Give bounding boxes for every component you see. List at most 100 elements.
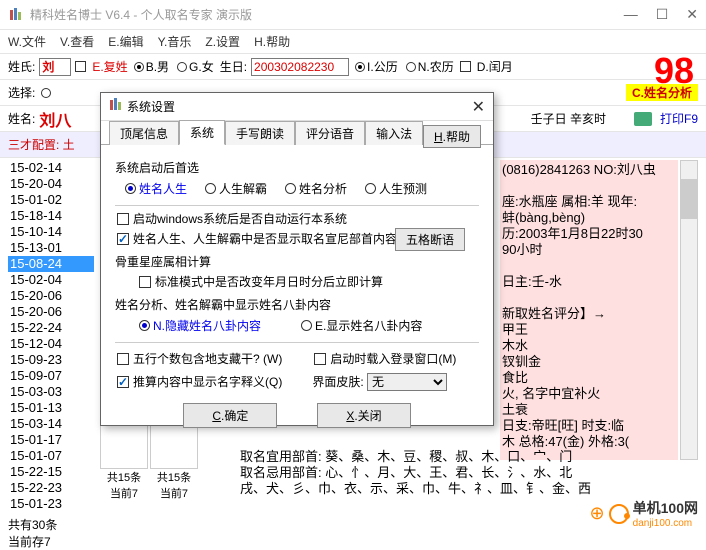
sancai-label: 三才配置: 土 <box>8 136 75 153</box>
col1-current: 当前7 <box>100 485 148 501</box>
startup-radio-3[interactable]: 人生预测 <box>365 180 427 197</box>
close-button[interactable]: ✕ <box>686 6 698 23</box>
date-list: 15-02-1415-20-0415-01-0215-18-1415-10-14… <box>8 160 94 501</box>
meaning-label: 推算内容中显示名字释义(Q) <box>133 373 282 390</box>
meaning-checkbox[interactable] <box>117 376 129 388</box>
dialog-help-button[interactable]: HH.帮助.帮助 <box>423 125 481 148</box>
date-list-item[interactable]: 15-12-04 <box>8 336 94 352</box>
date-list-item[interactable]: 15-02-14 <box>8 160 94 176</box>
showdept-label: 姓名人生、人生解霸中是否显示取名宣尼部首内容? <box>133 230 404 247</box>
date-list-item[interactable]: 15-09-07 <box>8 368 94 384</box>
list-total: 共有30条 <box>8 516 94 533</box>
compound-label: E.复姓 <box>92 58 127 75</box>
dialog-close-button[interactable]: ✕ <box>472 97 485 117</box>
date-list-item[interactable]: 15-01-17 <box>8 432 94 448</box>
menu-music[interactable]: Y.音乐 <box>158 33 192 50</box>
leap-label: D.闰月 <box>477 58 513 75</box>
bottom-text: 取名宜用部首: 葵、桑、木、豆、稷、叔、木、口、宀、门 取名忌用部首: 心、忄、… <box>240 449 676 497</box>
date-list-item[interactable]: 15-10-14 <box>8 224 94 240</box>
leap-checkbox[interactable] <box>460 61 471 72</box>
compound-checkbox[interactable] <box>75 61 86 72</box>
maximize-button[interactable]: ☐ <box>656 6 669 23</box>
date-list-item[interactable]: 15-03-03 <box>8 384 94 400</box>
list-current: 当前存7 <box>8 533 94 550</box>
menu-file[interactable]: W.文件 <box>8 33 46 50</box>
menu-settings[interactable]: Z.设置 <box>205 33 240 50</box>
extra-info: 壬子日 辛亥时 <box>531 110 606 127</box>
tab-header-footer[interactable]: 顶尾信息 <box>109 121 179 145</box>
titlebar: 精科姓名博士 V6.4 - 个人取名专家 演示版 — ☐ ✕ <box>0 0 706 30</box>
score-display: 98 <box>654 50 694 92</box>
solar-radio[interactable]: I.公历 <box>355 58 398 75</box>
std-checkbox[interactable] <box>139 276 151 288</box>
wuge-button[interactable]: 五格断语 <box>395 228 465 251</box>
login-checkbox[interactable] <box>314 353 326 365</box>
autostart-label: 启动windows系统后是否自动运行本系统 <box>133 210 347 227</box>
bagua-group-label: 姓名分析、姓名解霸中显示姓名八卦内容 <box>115 296 479 313</box>
panel-scrollbar[interactable] <box>680 160 698 460</box>
gender-male-radio[interactable]: B.男 <box>134 58 169 75</box>
date-list-item[interactable]: 15-01-13 <box>8 400 94 416</box>
col2-current: 当前7 <box>150 485 198 501</box>
menubar: W.文件 V.查看 E.编辑 Y.音乐 Z.设置 H.帮助 <box>0 30 706 54</box>
name-label: 姓名: <box>8 110 35 127</box>
startup-radio-2[interactable]: 姓名分析 <box>285 180 347 197</box>
dialog-title: 系统设置 <box>127 98 175 115</box>
gender-female-radio[interactable]: G.女 <box>177 58 214 75</box>
surname-input[interactable] <box>39 58 71 76</box>
skin-label: 界面皮肤: <box>312 375 363 389</box>
surname-label: 姓氏: <box>8 58 35 75</box>
show-bagua-radio[interactable]: E.显示姓名八卦内容 <box>301 317 422 334</box>
dialog-icon <box>109 98 123 115</box>
date-list-item[interactable]: 15-13-01 <box>8 240 94 256</box>
date-list-item[interactable]: 15-01-23 <box>8 496 94 512</box>
date-list-item[interactable]: 15-03-14 <box>8 416 94 432</box>
menu-view[interactable]: V.查看 <box>60 33 94 50</box>
date-list-item[interactable]: 15-01-02 <box>8 192 94 208</box>
menu-help[interactable]: H.帮助 <box>254 33 290 50</box>
birth-label: 生日: <box>220 58 247 75</box>
col2-count: 共15条 <box>150 469 198 485</box>
site-logo: ⊕ 单机100网 danji100.com <box>590 498 698 529</box>
minimize-button[interactable]: — <box>624 6 638 23</box>
form-row-1: 姓氏: E.复姓 B.男 G.女 生日: I.公历 N.农历 D.闰月 <box>0 54 706 80</box>
tab-system[interactable]: 系统 <box>179 120 225 145</box>
autostart-checkbox[interactable] <box>117 213 129 225</box>
date-list-item[interactable]: 15-02-04 <box>8 272 94 288</box>
date-list-item[interactable]: 15-22-23 <box>8 480 94 496</box>
birth-input[interactable] <box>251 58 349 76</box>
analysis-panel: (0816)2841263 NO:刘八虫 座:水瓶座 属相:羊 现年: 蚌(bà… <box>500 160 678 460</box>
date-list-item[interactable]: 15-01-07 <box>8 448 94 464</box>
bone-group-label: 骨重星座属相计算 <box>115 253 479 270</box>
date-list-item[interactable]: 15-08-24 <box>8 256 94 272</box>
opt-radio-1[interactable] <box>41 88 51 98</box>
date-list-item[interactable]: 15-20-04 <box>8 176 94 192</box>
tab-handwriting[interactable]: 手写朗读 <box>225 121 295 145</box>
date-list-item[interactable]: 15-20-06 <box>8 304 94 320</box>
showdept-checkbox[interactable] <box>117 233 129 245</box>
date-list-item[interactable]: 15-09-23 <box>8 352 94 368</box>
date-list-item[interactable]: 15-22-24 <box>8 320 94 336</box>
ok-button[interactable]: C.确定 <box>183 403 277 428</box>
cancel-button[interactable]: X.关闭 <box>317 403 410 428</box>
date-list-item[interactable]: 15-20-06 <box>8 288 94 304</box>
startup-radio-1[interactable]: 人生解霸 <box>205 180 267 197</box>
wuxing-label: 五行个数包含地支藏干? (W) <box>133 350 282 367</box>
tab-voice[interactable]: 评分语音 <box>295 121 365 145</box>
date-list-item[interactable]: 15-22-15 <box>8 464 94 480</box>
tab-ime[interactable]: 输入法 <box>365 121 423 145</box>
menu-edit[interactable]: E.编辑 <box>108 33 143 50</box>
skin-select[interactable]: 无 <box>367 373 447 391</box>
login-label: 启动时载入登录窗口(M) <box>330 350 456 367</box>
date-list-item[interactable]: 15-18-14 <box>8 208 94 224</box>
wuxing-checkbox[interactable] <box>117 353 129 365</box>
lunar-radio[interactable]: N.农历 <box>406 58 454 75</box>
app-icon <box>8 7 24 23</box>
startup-group-label: 系统启动后首选 <box>115 159 479 176</box>
settings-dialog: 系统设置 ✕ HH.帮助.帮助 顶尾信息 系统 手写朗读 评分语音 输入法 系统… <box>100 92 494 426</box>
startup-radio-0[interactable]: 姓名人生 <box>125 180 187 197</box>
print-button[interactable]: 打印F9 <box>660 110 698 127</box>
logo-icon <box>609 504 629 524</box>
hide-bagua-radio[interactable]: N.隐藏姓名八卦内容 <box>139 317 261 334</box>
window-title: 精科姓名博士 V6.4 - 个人取名专家 演示版 <box>30 6 252 23</box>
